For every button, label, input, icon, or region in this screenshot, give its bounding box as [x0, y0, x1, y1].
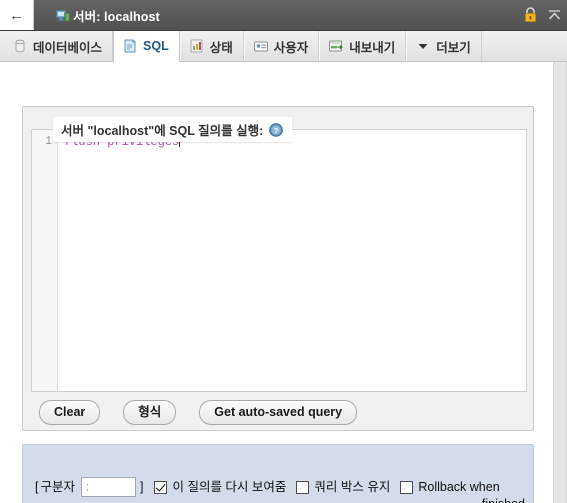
tab-more[interactable]: 더보기: [406, 31, 482, 61]
keep-query-box-label[interactable]: 쿼리 박스 유지: [314, 477, 390, 497]
delimiter-label: 구분자: [40, 480, 75, 494]
sql-panel-legend: 서버 "localhost"에 SQL 질의를 실행: ?: [53, 117, 293, 142]
tab-users-label: 사용자: [273, 40, 309, 55]
bracket-close: ]: [140, 480, 144, 494]
tab-users[interactable]: 사용자: [243, 31, 320, 61]
server-monitor-icon: [56, 9, 70, 22]
editor-code-area[interactable]: flush privileges: [58, 130, 526, 391]
tab-more-label: 더보기: [436, 40, 471, 55]
title-bar-actions: [523, 0, 563, 30]
rollback-when-finished-checkbox[interactable]: [400, 480, 414, 494]
sql-panel-legend-text: 서버 "localhost"에 SQL 질의를 실행:: [61, 124, 264, 138]
show-query-again-label[interactable]: 이 질의를 다시 보여줌: [172, 477, 286, 497]
page-content: 1 flush privileges Clear 형식 Get auto-sav…: [0, 62, 567, 503]
lock-icon[interactable]: [523, 7, 538, 23]
query-options-bar: [ 구분자 ] 이 질의를 다시 보여줌 쿼리 박스 유지 Rollback w…: [22, 444, 534, 503]
back-button[interactable]: ←: [0, 0, 34, 30]
tab-databases[interactable]: 데이터베이스: [4, 31, 114, 61]
query-options-row: [ 구분자 ] 이 질의를 다시 보여줌 쿼리 박스 유지 Rollback w…: [33, 477, 525, 497]
phpmyadmin-sql-page: ← 서버: localhost 데이터베이스 SQL 상태 사용자 내보내기 더…: [0, 0, 567, 503]
tab-status-label: 상태: [209, 40, 233, 55]
database-icon: [12, 38, 28, 54]
clear-button[interactable]: Clear: [39, 400, 101, 425]
svg-text:?: ?: [274, 126, 279, 135]
bracket-open: [: [35, 480, 39, 494]
editor-line-numbers: 1: [32, 130, 58, 391]
sql-editor[interactable]: 1 flush privileges: [31, 129, 527, 392]
format-button[interactable]: 형식: [123, 400, 177, 425]
navigation-tab-bar: 데이터베이스 SQL 상태 사용자 내보내기 더보기: [0, 31, 567, 62]
tab-sql[interactable]: SQL: [113, 31, 180, 62]
export-icon: [328, 38, 344, 54]
sql-document-icon: [122, 38, 138, 54]
get-auto-saved-query-button[interactable]: Get auto-saved query: [199, 400, 358, 425]
window-title: 서버: localhost: [56, 6, 160, 25]
tab-sql-label: SQL: [143, 39, 169, 53]
collapse-up-icon[interactable]: [546, 7, 563, 23]
editor-button-row: Clear 형식 Get auto-saved query: [39, 400, 358, 425]
page-scrollbar[interactable]: [553, 62, 566, 503]
chevron-down-icon: [415, 38, 431, 54]
tab-status[interactable]: 상태: [179, 31, 244, 61]
rollback-label-wrap: finished: [482, 497, 525, 503]
keep-query-box-checkbox[interactable]: [296, 480, 310, 494]
show-query-again-checkbox[interactable]: [154, 480, 168, 494]
rollback-when-finished-label[interactable]: Rollback when: [418, 477, 499, 497]
sql-query-panel: 1 flush privileges Clear 형식 Get auto-sav…: [22, 106, 534, 431]
help-question-icon[interactable]: ?: [269, 122, 284, 137]
tab-export-label: 내보내기: [349, 40, 396, 55]
users-card-icon: [253, 38, 269, 54]
tab-export[interactable]: 내보내기: [319, 31, 407, 61]
status-chart-icon: [189, 38, 205, 54]
window-title-text: 서버: localhost: [73, 9, 160, 24]
delimiter-input[interactable]: [81, 477, 136, 497]
title-bar: ← 서버: localhost: [0, 0, 567, 31]
tab-databases-label: 데이터베이스: [33, 40, 103, 55]
